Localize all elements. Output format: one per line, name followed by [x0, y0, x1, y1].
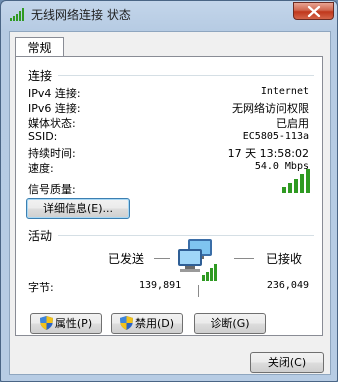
- ipv4-value: Internet: [260, 86, 309, 97]
- general-panel: 连接 IPv4 连接: Internet IPv6 连接: 无网络访问权限 媒体…: [15, 56, 323, 336]
- connection-divider: [58, 75, 314, 76]
- signal-quality-label: 信号质量:: [28, 183, 76, 196]
- tab-general[interactable]: 常规: [15, 37, 64, 57]
- duration-value: 17 天 13:58:02: [227, 147, 309, 160]
- media-state-label: 媒体状态:: [28, 117, 76, 130]
- properties-label: 属性(P): [54, 317, 93, 330]
- signal-strength-icon: [282, 169, 310, 193]
- ssid-label: SSID:: [28, 130, 58, 143]
- duration-label: 持续时间:: [28, 147, 76, 160]
- disable-label: 禁用(D): [134, 317, 175, 330]
- disable-button[interactable]: 禁用(D): [111, 313, 183, 334]
- bytes-sent-value: 139,891: [139, 280, 182, 291]
- sent-label: 已发送: [108, 252, 145, 266]
- properties-button[interactable]: 属性(P): [30, 313, 102, 334]
- window-title: 无线网络连接 状态: [31, 8, 131, 22]
- status-window: 无线网络连接 状态 常规 连接 IPv4 连接: Internet IPv6 连…: [0, 0, 338, 382]
- ipv4-label: IPv4 连接:: [28, 87, 81, 100]
- diagnose-button[interactable]: 诊断(G): [194, 313, 266, 334]
- activity-section-title: 活动: [28, 229, 53, 243]
- received-label: 已接收: [266, 252, 303, 266]
- close-icon: [307, 6, 321, 17]
- media-state-value: 已启用: [276, 117, 309, 130]
- bytes-label: 字节:: [28, 281, 54, 294]
- ssid-value: EC5805-113a: [242, 131, 309, 142]
- ipv6-label: IPv6 连接:: [28, 102, 81, 115]
- activity-divider: [58, 235, 314, 236]
- window-close-button[interactable]: [293, 2, 334, 20]
- ipv6-value: 无网络访问权限: [232, 102, 309, 115]
- received-line: [234, 258, 254, 259]
- sent-line: [154, 258, 170, 259]
- uac-shield-icon: [39, 316, 53, 330]
- title-bar[interactable]: 无线网络连接 状态: [1, 1, 337, 29]
- connection-section-title: 连接: [28, 69, 53, 83]
- activity-connector-line: [198, 285, 199, 297]
- dialog-client: 常规 连接 IPv4 连接: Internet IPv6 连接: 无网络访问权限…: [9, 31, 331, 375]
- speed-label: 速度:: [28, 162, 54, 175]
- bytes-received-value: 236,049: [266, 280, 309, 291]
- wireless-signal-icon: [10, 8, 24, 21]
- network-computers-icon: [178, 239, 217, 281]
- details-button[interactable]: 详细信息(E)...: [26, 198, 130, 219]
- close-button[interactable]: 关闭(C): [250, 352, 324, 373]
- uac-shield-icon: [119, 316, 133, 330]
